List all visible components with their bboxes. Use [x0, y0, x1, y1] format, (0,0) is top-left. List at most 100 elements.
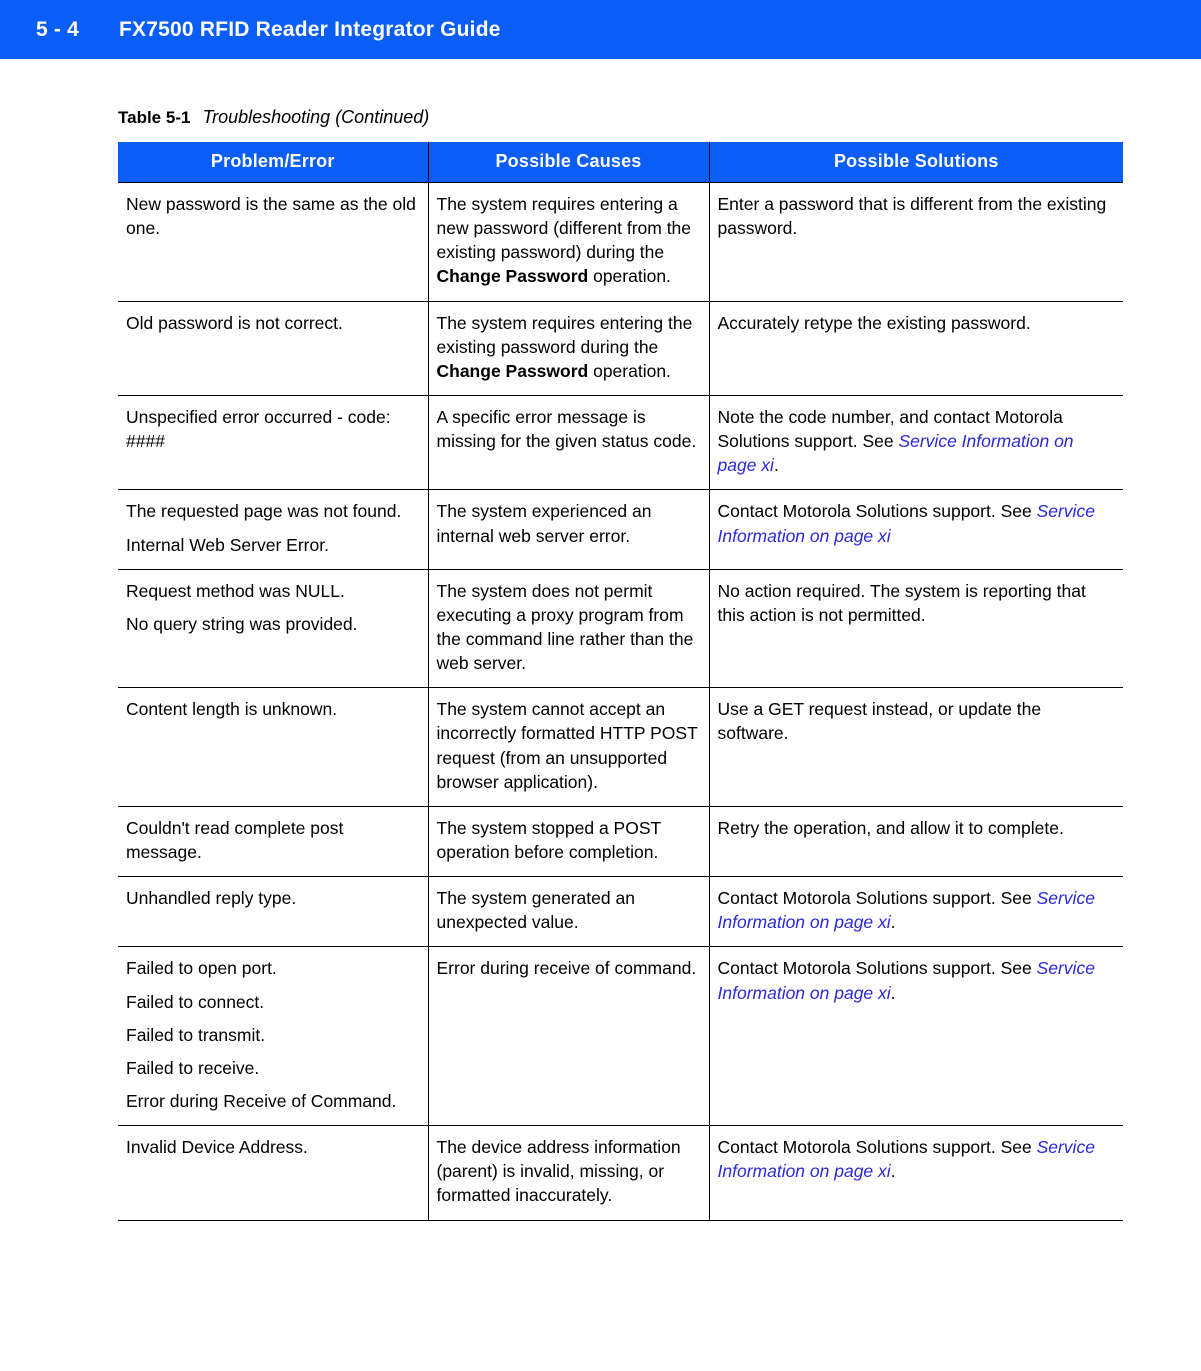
problem-error-line: Failed to connect.: [126, 991, 265, 1012]
table-row: Couldn't read complete post message. The …: [118, 805, 1123, 877]
problem-error-line: Failed to open port.: [126, 958, 277, 979]
cell-possible-solutions: Accurately retype the existing password.: [709, 300, 1123, 396]
table-row: Unspecified error occurred - code: #### A…: [118, 394, 1123, 490]
table-header-row: Problem/Error Possible Causes Possible S…: [118, 142, 1123, 183]
problem-error-line: The requested page was not found.: [126, 501, 402, 522]
cell-problem-error: Unhandled reply type.: [118, 876, 429, 947]
cause-text-lead: The device address information (parent) …: [436, 1137, 681, 1206]
solution-text-lead: Contact Motorola Solutions support. See: [717, 958, 1037, 979]
table-caption-number: Table 5-1: [118, 108, 191, 127]
table-row: New password is the same as the old one.…: [118, 182, 1123, 302]
possible-solution-text: Use a GET request instead, or update the…: [718, 697, 1114, 745]
problem-error-line: Error during Receive of Command.: [126, 1090, 397, 1111]
column-header-possible-causes: Possible Causes: [428, 142, 710, 183]
cause-text-lead: Error during receive of command.: [436, 958, 697, 979]
possible-cause-text: Error during receive of command.: [437, 956, 699, 980]
cell-problem-error: Couldn't read complete post message.: [118, 805, 429, 877]
page-folio-number: 5 - 4: [36, 17, 80, 41]
cause-text-lead: A specific error message is missing for …: [436, 406, 697, 452]
cause-text-lead: The system does not permit executing a p…: [436, 580, 694, 674]
column-header-problem-error: Problem/Error: [118, 142, 429, 183]
cell-problem-error: Content length is unknown.: [118, 687, 429, 807]
page-header-title: FX7500 RFID Reader Integrator Guide: [119, 17, 501, 41]
troubleshooting-table: Problem/Error Possible Causes Possible S…: [118, 142, 1123, 1221]
table-body: New password is the same as the old one.…: [118, 182, 1123, 1221]
solution-text-lead: Enter a password that is different from …: [717, 194, 1107, 239]
cell-possible-causes: The system stopped a POST operation befo…: [428, 805, 710, 877]
cause-text-trail: operation.: [588, 266, 671, 287]
table-header: Problem/Error Possible Causes Possible S…: [118, 142, 1123, 183]
solution-text-lead: Contact Motorola Solutions support. See: [717, 1137, 1037, 1158]
problem-error-line: Invalid Device Address.: [126, 1137, 308, 1158]
table-row: Failed to open port. Failed to connect. Fa…: [118, 946, 1123, 1126]
possible-cause-text: The system generated an unexpected value…: [437, 886, 699, 934]
solution-text-trail: .: [890, 982, 896, 1003]
solution-text-lead: Accurately retype the existing password.: [717, 312, 1031, 333]
cell-problem-error: The requested page was not found. Interna…: [118, 489, 429, 570]
solution-text-lead: Contact Motorola Solutions support. See: [717, 888, 1037, 909]
cell-possible-causes: The device address information (parent) …: [428, 1125, 710, 1221]
possible-solution-text: Accurately retype the existing password.: [718, 311, 1114, 335]
possible-cause-text: The system cannot accept an incorrectly …: [437, 697, 699, 794]
cell-possible-solutions: Contact Motorola Solutions support. See …: [709, 876, 1123, 947]
problem-error-line: Unhandled reply type.: [126, 888, 297, 909]
solution-text-trail: .: [773, 455, 779, 476]
solution-text-trail: .: [890, 912, 896, 933]
cell-problem-error: Request method was NULL. No query string …: [118, 568, 429, 688]
possible-solution-text: Contact Motorola Solutions support. See …: [718, 886, 1114, 934]
cell-possible-solutions: Contact Motorola Solutions support. See …: [709, 1125, 1123, 1221]
column-header-possible-solutions: Possible Solutions: [709, 142, 1123, 183]
possible-cause-text: The device address information (parent) …: [437, 1135, 699, 1207]
problem-error-line: Couldn't read complete post message.: [126, 817, 344, 862]
cause-text-lead: The system stopped a POST operation befo…: [436, 817, 661, 862]
cause-text-lead: The system requires entering the existin…: [436, 312, 693, 357]
possible-cause-text: The system stopped a POST operation befo…: [437, 816, 699, 864]
cell-problem-error: Unspecified error occurred - code: ####: [118, 394, 429, 490]
problem-error-line: No query string was provided.: [126, 613, 358, 634]
problem-error-line: Unspecified error occurred - code: ####: [126, 406, 391, 452]
cell-possible-causes: The system requires entering the existin…: [428, 300, 710, 396]
cause-text-emphasis: Change Password: [436, 266, 589, 287]
possible-cause-text: The system experienced an internal web s…: [437, 499, 699, 547]
cell-problem-error: Old password is not correct.: [118, 300, 429, 396]
table-row: The requested page was not found. Interna…: [118, 489, 1123, 570]
cell-possible-causes: The system cannot accept an incorrectly …: [428, 687, 710, 807]
cell-possible-causes: The system does not permit executing a p…: [428, 568, 710, 688]
cell-possible-solutions: Contact Motorola Solutions support. See …: [709, 946, 1123, 1126]
cause-text-lead: The system requires entering a new passw…: [436, 194, 692, 263]
solution-text-lead: No action required. The system is report…: [717, 580, 1086, 625]
problem-error-line: New password is the same as the old one.: [126, 194, 416, 239]
possible-solution-text: Contact Motorola Solutions support. See …: [718, 956, 1114, 1004]
cause-text-trail: operation.: [588, 360, 671, 381]
cell-possible-causes: The system generated an unexpected value…: [428, 876, 710, 947]
possible-solution-text: Retry the operation, and allow it to com…: [718, 816, 1114, 840]
table-row: Content length is unknown. The system can…: [118, 687, 1123, 807]
troubleshooting-table-wrapper: Problem/Error Possible Causes Possible S…: [118, 142, 1123, 1221]
possible-solution-text: Enter a password that is different from …: [718, 192, 1114, 240]
table-row: Request method was NULL. No query string …: [118, 568, 1123, 688]
possible-cause-text: A specific error message is missing for …: [437, 405, 699, 453]
cell-possible-solutions: Enter a password that is different from …: [709, 182, 1123, 302]
cause-text-lead: The system cannot accept an incorrectly …: [436, 699, 698, 792]
possible-solution-text: No action required. The system is report…: [718, 579, 1114, 627]
solution-text-lead: Contact Motorola Solutions support. See: [717, 501, 1037, 522]
possible-cause-text: The system requires entering a new passw…: [437, 192, 699, 289]
problem-error-line: Failed to receive.: [126, 1057, 260, 1078]
cell-possible-solutions: Use a GET request instead, or update the…: [709, 687, 1123, 807]
possible-solution-text: Contact Motorola Solutions support. See …: [718, 1135, 1114, 1183]
solution-text-trail: .: [890, 1161, 896, 1182]
problem-error-line: Content length is unknown.: [126, 699, 338, 720]
possible-solution-text: Contact Motorola Solutions support. See …: [718, 499, 1114, 547]
table-caption-title: Troubleshooting (Continued): [202, 107, 430, 127]
possible-solution-text: Note the code number, and contact Motoro…: [718, 405, 1114, 477]
solution-text-lead: Use a GET request instead, or update the…: [717, 699, 1042, 744]
cell-possible-causes: The system requires entering a new passw…: [428, 182, 710, 302]
cell-problem-error: Failed to open port. Failed to connect. Fa…: [118, 946, 429, 1126]
cause-text-lead: The system generated an unexpected value…: [436, 888, 635, 933]
cell-possible-solutions: No action required. The system is report…: [709, 568, 1123, 688]
cell-problem-error: New password is the same as the old one.: [118, 182, 429, 302]
cell-problem-error: Invalid Device Address.: [118, 1125, 429, 1221]
table-row: Invalid Device Address. The device addres…: [118, 1125, 1123, 1221]
problem-error-line: Failed to transmit.: [126, 1024, 266, 1045]
solution-text-lead: Retry the operation, and allow it to com…: [717, 817, 1064, 838]
